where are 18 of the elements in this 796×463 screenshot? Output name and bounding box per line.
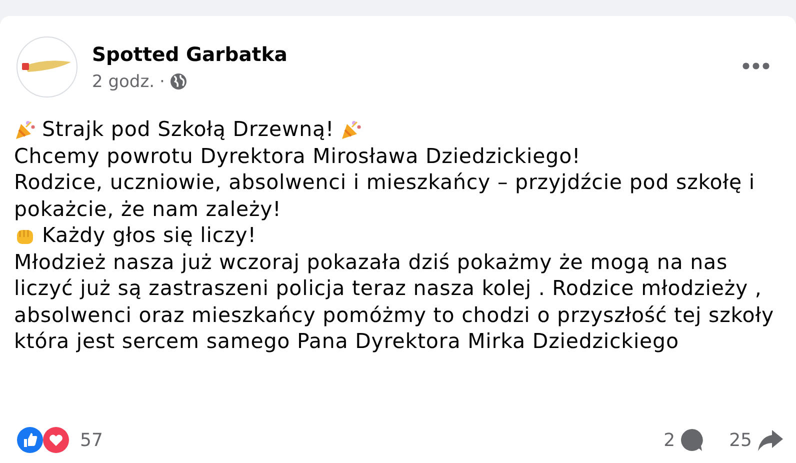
globe-icon (170, 73, 187, 90)
more-options-icon[interactable] (742, 62, 770, 70)
post-text: Strajk pod Szkołą Drzewną! (42, 116, 334, 142)
comment-count[interactable]: 2 (664, 430, 676, 450)
share-icon[interactable] (756, 427, 784, 453)
party-popper-icon (14, 119, 36, 141)
post-text: Każdy głos się liczy! (42, 222, 256, 248)
author-name[interactable]: Spotted Garbatka (92, 42, 288, 66)
like-icon[interactable] (16, 426, 44, 454)
post-time[interactable]: 2 godz. (92, 72, 155, 92)
reaction-count[interactable]: 57 (80, 430, 103, 450)
separator-dot: · (160, 72, 165, 92)
share-count[interactable]: 25 (729, 430, 752, 450)
comment-icon[interactable] (679, 427, 706, 453)
post-text: Młodzież nasza już wczoraj pokazała dziś pokażmy że mogą na nas liczyć już są zastraszeni policja teraz nasza kolej . Rodzice młodzieży , absolwenci oraz mieszkańcy pomóżmy to chodzi o przyszłość tej szkoły która jest sercem samego Pana Dyrektora Mirka Dziedzickiego (14, 248, 774, 354)
post-text: Rodzice, uczniowie, absolwenci i mieszkańcy – przyjdźcie pod szkołę i pokażcie, że nam zależy! (14, 169, 755, 222)
post-text: Chcemy powrotu Dyrektora Mirosława Dziedzickiego! (14, 142, 581, 169)
party-popper-icon (340, 119, 362, 141)
